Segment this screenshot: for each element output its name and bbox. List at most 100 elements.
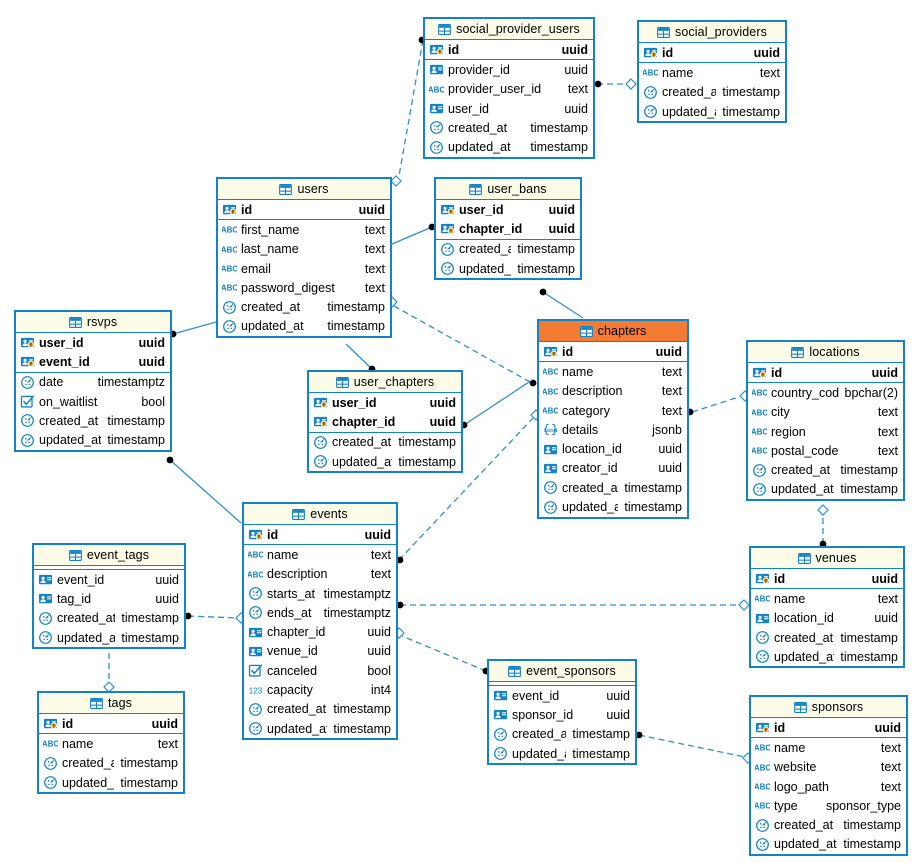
table-tags[interactable]: tags id uuid ABC name text created_at timestamp… — [37, 691, 185, 795]
table-header-user_chapters[interactable]: user_chapters — [309, 372, 461, 393]
table-header-social_providers[interactable]: social_providers — [639, 22, 785, 43]
table-rsvps[interactable]: rsvps user_id uuid event_id uuid date timestam… — [14, 310, 172, 452]
column-row[interactable]: created_at timestamp — [489, 725, 635, 744]
column-row[interactable]: created_at timestamp — [309, 433, 461, 452]
column-row[interactable]: provider_id uuid — [425, 60, 593, 79]
column-row[interactable]: created_at timestamp — [539, 478, 687, 497]
column-row[interactable]: updated_at timestamp — [309, 452, 461, 471]
column-row[interactable]: updated_at timestamp — [244, 719, 396, 738]
column-row[interactable]: created_at timestamp — [39, 754, 183, 773]
column-row[interactable]: created_at timestamp — [16, 411, 170, 430]
column-row[interactable]: event_id uuid — [489, 686, 635, 705]
column-row[interactable]: ABC name text — [639, 63, 785, 82]
table-header-social_provider_users[interactable]: social_provider_users — [425, 19, 593, 40]
table-social_providers[interactable]: social_providersid uuid ABC name text created… — [637, 20, 787, 124]
er-diagram-canvas[interactable]: social_provider_users id uuid provider_id uu… — [0, 0, 922, 862]
column-row[interactable]: updated_at timestamp — [39, 773, 183, 792]
column-row[interactable]: venue_id uuid — [244, 642, 396, 661]
column-row[interactable]: user_id uuid — [309, 393, 461, 412]
table-chapters[interactable]: chapters id uuid ABC name text ABC description t… — [537, 319, 689, 519]
column-row[interactable]: id uuid — [39, 714, 183, 733]
table-header-user_bans[interactable]: user_bans — [436, 179, 580, 200]
table-header-tags[interactable]: tags — [39, 693, 183, 714]
column-row[interactable]: ABC password_digest text — [218, 278, 390, 297]
table-header-chapters[interactable]: chapters — [539, 321, 687, 342]
column-row[interactable]: ABC website text — [751, 758, 906, 777]
column-row[interactable]: id uuid — [218, 200, 390, 219]
column-row[interactable]: id uuid — [751, 569, 903, 588]
column-row[interactable]: id uuid — [639, 43, 785, 62]
column-row[interactable]: ABC city text — [748, 403, 903, 422]
column-row[interactable]: ABC email text — [218, 259, 390, 278]
column-row[interactable]: ABC first_name text — [218, 220, 390, 239]
column-row[interactable]: ABC last_name text — [218, 240, 390, 259]
column-row[interactable]: ABC country_code bpchar(2) — [748, 383, 903, 402]
column-row[interactable]: updated_at timestamp — [16, 430, 170, 449]
column-row[interactable]: chapter_id uuid — [309, 412, 461, 431]
column-row[interactable]: user_id uuid — [436, 200, 580, 219]
table-header-locations[interactable]: locations — [748, 342, 903, 363]
column-row[interactable]: location_id uuid — [751, 609, 903, 628]
table-locations[interactable]: locationsiduuidABCcountry_codebpchar(2)A… — [746, 340, 905, 502]
column-row[interactable]: ABC description text — [539, 382, 687, 401]
table-user_bans[interactable]: user_bans user_id uuid chapter_id uuid create… — [434, 177, 582, 281]
column-row[interactable]: ABC type sponsor_type — [751, 796, 906, 815]
table-header-events[interactable]: events — [244, 504, 396, 525]
table-social_provider_users[interactable]: social_provider_users id uuid provider_id uu… — [423, 17, 595, 159]
column-row[interactable]: ABC description text — [244, 565, 396, 584]
column-row[interactable]: created_at timestamp — [244, 700, 396, 719]
column-row[interactable]: ABC name text — [751, 738, 906, 757]
column-row[interactable]: id uuid — [751, 718, 906, 737]
table-event_tags[interactable]: event_tags event_id uuid tag_id uuid created_… — [32, 543, 186, 650]
column-row[interactable]: ABC provider_user_id text — [425, 80, 593, 99]
column-row[interactable]: created_at timestamp — [34, 609, 184, 628]
column-row[interactable]: updated_at timestamp — [436, 259, 580, 278]
column-row[interactable]: creator_id uuid — [539, 459, 687, 478]
column-row[interactable]: canceled bool — [244, 661, 396, 680]
table-events[interactable]: events id uuid ABC name text ABC description tex… — [242, 502, 398, 741]
column-row[interactable]: ends_at timestamptz — [244, 603, 396, 622]
column-row[interactable]: id uuid — [539, 342, 687, 361]
column-row[interactable]: ABC name text — [539, 362, 687, 381]
table-header-rsvps[interactable]: rsvps — [16, 312, 170, 333]
table-venues[interactable]: venues id uuid ABC name text location_id uuid cr… — [749, 546, 905, 669]
table-users[interactable]: usersiduuidABCfirst_nametextABClast_name… — [216, 177, 392, 339]
column-row[interactable]: updated_at timestamp — [425, 137, 593, 156]
table-header-users[interactable]: users — [218, 179, 390, 200]
column-row[interactable]: starts_at timestamptz — [244, 584, 396, 603]
column-row[interactable]: user_id uuid — [16, 333, 170, 352]
column-row[interactable]: event_id uuid — [16, 352, 170, 371]
column-row[interactable]: 123 capacity int4 — [244, 680, 396, 699]
column-row[interactable]: created_at timestamp — [425, 118, 593, 137]
table-header-sponsors[interactable]: sponsors — [751, 697, 906, 718]
column-row[interactable]: updated_at timestamp — [639, 102, 785, 121]
column-row[interactable]: updated_at timestamp — [748, 480, 903, 499]
column-row[interactable]: updated_at timestamp — [218, 317, 390, 336]
column-row[interactable]: created_at timestamp — [218, 297, 390, 316]
column-row[interactable]: created_at timestamp — [639, 83, 785, 102]
column-row[interactable]: ABC category text — [539, 401, 687, 420]
column-row[interactable]: ABC postal_code text — [748, 441, 903, 460]
column-row[interactable]: created_at timestamp — [751, 815, 906, 834]
table-event_sponsors[interactable]: event_sponsors event_id uuid sponsor_id uuid… — [487, 659, 637, 766]
column-row[interactable]: updated_at timestamp — [539, 497, 687, 516]
column-row[interactable]: updated_at timestamp — [751, 647, 903, 666]
column-row[interactable]: ABC name text — [751, 589, 903, 608]
column-row[interactable]: id uuid — [748, 363, 903, 382]
column-row[interactable]: ABC name text — [39, 734, 183, 753]
column-row[interactable]: id uuid — [244, 525, 396, 544]
column-row[interactable]: created_at timestamp — [748, 460, 903, 479]
column-row[interactable]: ABC logo_path text — [751, 777, 906, 796]
column-row[interactable]: on_waitlist bool — [16, 392, 170, 411]
column-row[interactable]: user_id uuid — [425, 99, 593, 118]
column-row[interactable]: location_id uuid — [539, 439, 687, 458]
column-row[interactable]: created_at timestamp — [436, 240, 580, 259]
column-row[interactable]: date timestamptz — [16, 373, 170, 392]
table-header-venues[interactable]: venues — [751, 548, 903, 569]
column-row[interactable]: sponsor_id uuid — [489, 705, 635, 724]
column-row[interactable]: id uuid — [425, 40, 593, 59]
column-row[interactable]: created_at timestamp — [751, 628, 903, 647]
column-row[interactable]: updated_at timestamp — [489, 744, 635, 763]
column-row[interactable]: tag_id uuid — [34, 589, 184, 608]
column-row[interactable]: JSON details jsonb — [539, 420, 687, 439]
